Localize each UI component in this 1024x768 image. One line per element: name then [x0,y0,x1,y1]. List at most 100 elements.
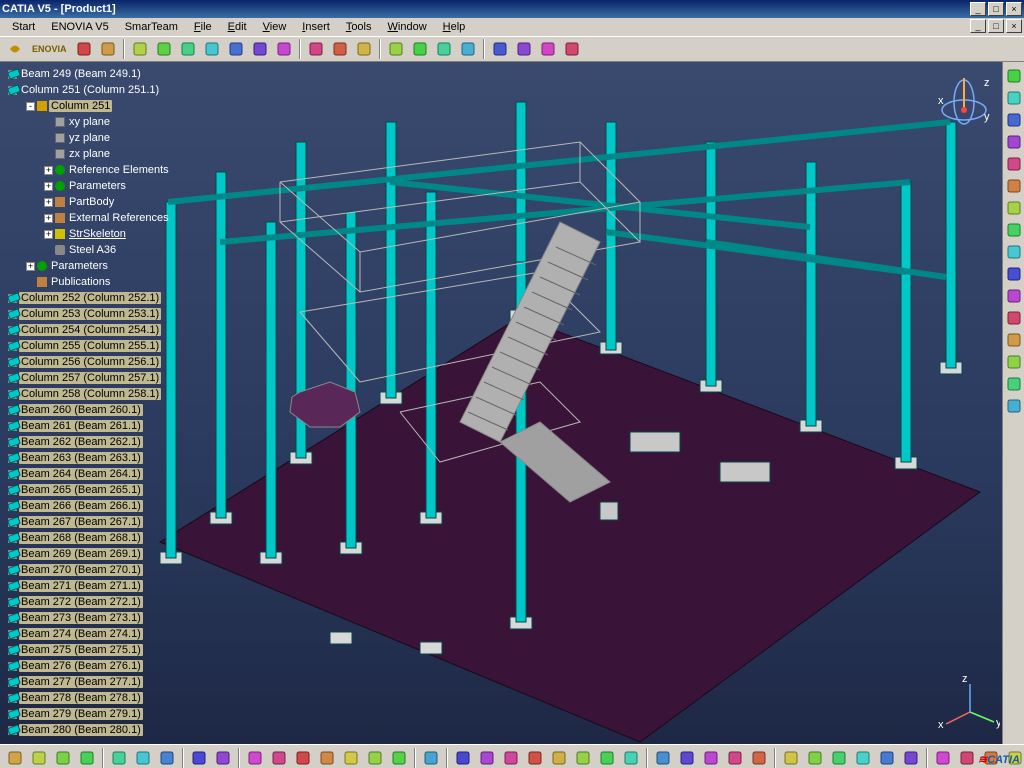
tree-node[interactable]: +Column 256 (Column 256.1) [2,354,218,370]
tree-node[interactable]: Steel A36 [2,242,218,258]
righttool-union[interactable] [1004,374,1024,394]
btl-image3[interactable] [388,747,410,768]
btr-m2[interactable] [932,747,954,768]
tree-node[interactable]: +Parameters [2,178,218,194]
btl-table[interactable] [316,747,338,768]
righttool-pad[interactable] [1004,154,1024,174]
toolbtn-t18[interactable] [513,38,535,60]
btl-formula[interactable] [268,747,290,768]
menu-help[interactable]: Help [435,19,474,35]
tree-node[interactable]: +Column 253 (Column 253.1) [2,306,218,322]
tree-node[interactable]: +Parameters [2,258,218,274]
btr-fly[interactable] [452,747,474,768]
btl-cut[interactable] [108,747,130,768]
tree-node[interactable]: +Column 257 (Column 257.1) [2,370,218,386]
righttool-part[interactable] [1004,88,1024,108]
btl-image2[interactable] [364,747,386,768]
righttool-intersect[interactable] [1004,396,1024,416]
btr-iso[interactable] [652,747,674,768]
expand-icon[interactable]: + [44,166,53,175]
expand-icon[interactable]: - [26,102,35,111]
btr-select[interactable] [420,747,442,768]
btr-arrow[interactable] [500,747,522,768]
tree-node[interactable]: +Beam 279 (Beam 279.1) [2,706,218,722]
expand-icon[interactable]: + [44,230,53,239]
btr-hide2[interactable] [804,747,826,768]
3d-viewport[interactable]: z y x +Beam 249 (Beam 249.1)-Column 251 … [0,62,1024,744]
expand-icon[interactable]: + [44,182,53,191]
toolbtn-t9[interactable] [273,38,295,60]
toolbtn-t15[interactable] [433,38,455,60]
toolbtn-t10[interactable] [305,38,327,60]
toolbtn-t2[interactable] [97,38,119,60]
righttool-slot[interactable] [1004,286,1024,306]
tree-node[interactable]: +Beam 268 (Beam 268.1) [2,530,218,546]
tree-node[interactable]: +Beam 271 (Beam 271.1) [2,578,218,594]
compass[interactable]: z x y [934,72,994,132]
tree-node[interactable]: +Beam 277 (Beam 277.1) [2,674,218,690]
tree-node[interactable]: +Beam 260 (Beam 260.1) [2,402,218,418]
tree-node[interactable]: +Beam 270 (Beam 270.1) [2,562,218,578]
tree-node[interactable]: +Beam 261 (Beam 261.1) [2,418,218,434]
righttool-rib[interactable] [1004,264,1024,284]
righttool-select[interactable] [1004,66,1024,86]
btl-open[interactable] [28,747,50,768]
righttool-stiffener[interactable] [1004,308,1024,328]
doc-close-button[interactable]: × [1006,19,1022,33]
tree-node[interactable]: +Beam 280 (Beam 280.1) [2,722,218,738]
btr-measure[interactable] [900,747,922,768]
tree-node[interactable]: +Beam 266 (Beam 266.1) [2,498,218,514]
tree-node[interactable]: +Beam 264 (Beam 264.1) [2,466,218,482]
btr-normal[interactable] [596,747,618,768]
tree-node[interactable]: -Column 251 (Column 251.1) [2,82,218,98]
tree-node[interactable]: +StrSkeleton [2,226,218,242]
btr-hide4[interactable] [852,747,874,768]
toolbtn-t11[interactable] [329,38,351,60]
doc-minimize-button[interactable]: _ [970,19,986,33]
btr-multi[interactable] [620,747,642,768]
righttool-assembly[interactable] [1004,132,1024,152]
righttool-shaft[interactable] [1004,198,1024,218]
tree-node[interactable]: +Beam 249 (Beam 249.1) [2,66,218,82]
tree-node[interactable]: +Beam 262 (Beam 262.1) [2,434,218,450]
tree-node[interactable]: +External References [2,210,218,226]
tree-node[interactable]: +Beam 278 (Beam 278.1) [2,690,218,706]
tree-node[interactable]: +Beam 275 (Beam 275.1) [2,642,218,658]
toolbtn-t7[interactable] [225,38,247,60]
maximize-button[interactable]: □ [988,2,1004,16]
tree-node[interactable]: +Beam 276 (Beam 276.1) [2,658,218,674]
tree-node[interactable]: +Beam 274 (Beam 274.1) [2,626,218,642]
tree-node[interactable]: yz plane [2,130,218,146]
btr-shade1[interactable] [676,747,698,768]
tree-node[interactable]: +Beam 263 (Beam 263.1) [2,450,218,466]
btl-undo[interactable] [188,747,210,768]
righttool-hole[interactable] [1004,242,1024,262]
toolbtn-t6[interactable] [201,38,223,60]
righttool-multi[interactable] [1004,330,1024,350]
btr-shade3[interactable] [724,747,746,768]
tree-node[interactable]: +Column 258 (Column 258.1) [2,386,218,402]
close-button[interactable]: × [1006,2,1022,16]
tree-node[interactable]: +Beam 269 (Beam 269.1) [2,546,218,562]
expand-icon[interactable]: + [44,198,53,207]
btl-copy[interactable] [132,747,154,768]
righttool-pocket[interactable] [1004,176,1024,196]
tree-node[interactable]: +Reference Elements [2,162,218,178]
toolbtn-t3[interactable] [129,38,151,60]
menu-smarteam[interactable]: SmarTeam [117,19,186,35]
tree-node[interactable]: +Beam 272 (Beam 272.1) [2,594,218,610]
btr-rotate[interactable] [548,747,570,768]
toolbtn-t19[interactable] [537,38,559,60]
toolbtn-t13[interactable] [385,38,407,60]
btl-font[interactable] [244,747,266,768]
tree-node[interactable]: +PartBody [2,194,218,210]
menu-tools[interactable]: Tools [338,19,380,35]
btr-m3[interactable] [956,747,978,768]
toolbtn-t1[interactable] [73,38,95,60]
expand-icon[interactable]: + [26,262,35,271]
btr-fit[interactable] [476,747,498,768]
righttool-groove[interactable] [1004,220,1024,240]
btl-save[interactable] [52,747,74,768]
btr-hide3[interactable] [828,747,850,768]
spec-tree[interactable]: +Beam 249 (Beam 249.1)-Column 251 (Colum… [0,62,220,744]
